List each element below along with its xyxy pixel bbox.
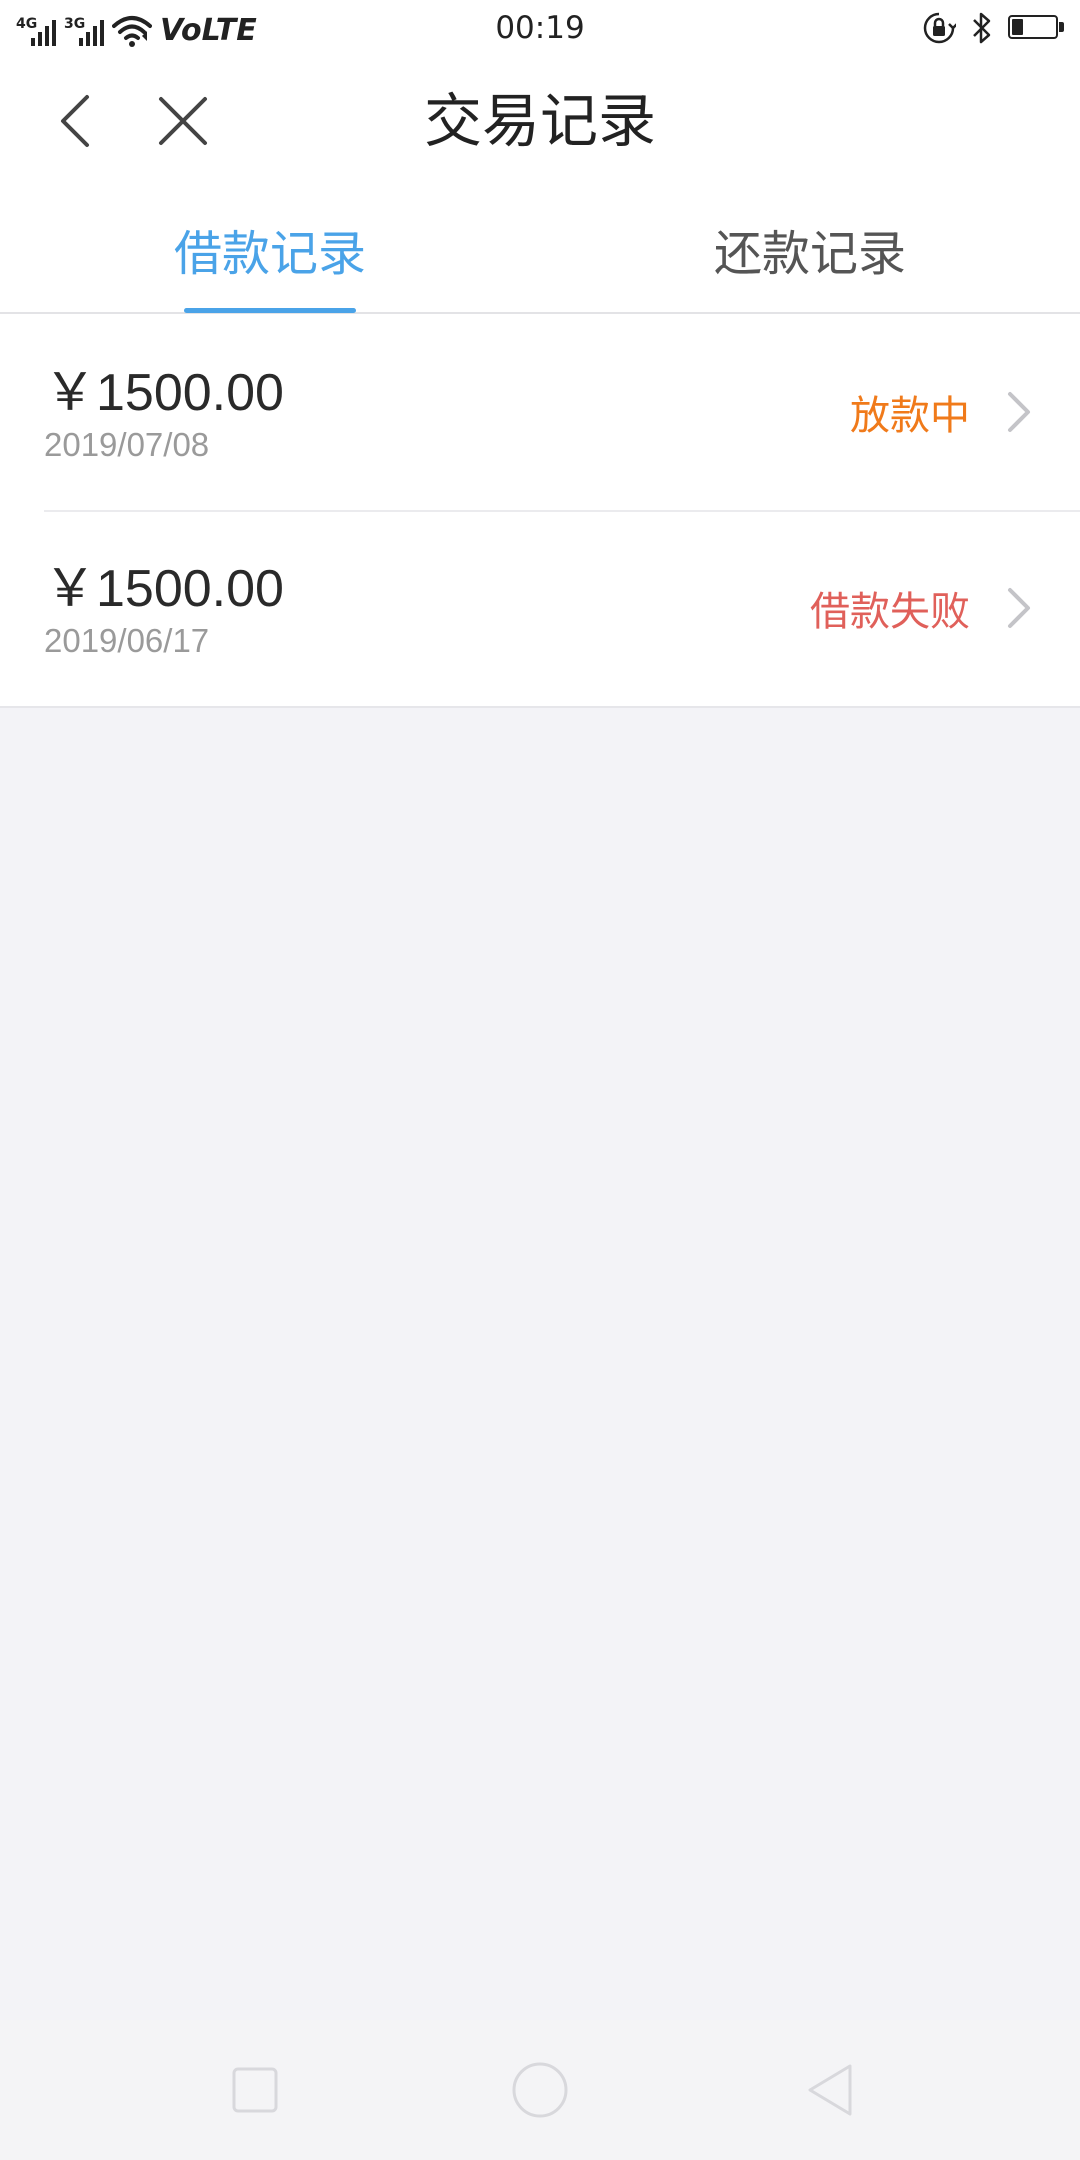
chevron-right-icon: [1008, 588, 1030, 628]
list-item[interactable]: ￥1500.00 2019/06/17 借款失败: [0, 510, 1080, 706]
back-button[interactable]: [40, 86, 110, 156]
chevron-right-icon: [1008, 392, 1030, 432]
record-amount: ￥1500.00: [44, 560, 284, 618]
active-tab-indicator: [184, 308, 356, 313]
record-date: 2019/07/08: [44, 426, 210, 463]
recent-apps-icon: [232, 2067, 278, 2113]
rotation-lock-icon: [923, 12, 956, 44]
status-badge: 借款失败: [810, 589, 970, 635]
status-bar: 4G 3G VoLTE 00:19: [0, 0, 1080, 56]
battery-icon: [1008, 15, 1064, 41]
status-time: 00:19: [495, 10, 585, 46]
bluetooth-icon: [973, 12, 991, 44]
status-right: [922, 10, 1064, 46]
nav-bar: 交易记录: [0, 56, 1080, 186]
tab-borrow-records[interactable]: 借款记录: [0, 186, 540, 312]
system-nav-bar: [0, 2020, 1080, 2160]
chevron-left-icon: [61, 95, 89, 147]
status-badge: 放款中: [850, 393, 970, 439]
recent-apps-button[interactable]: [215, 2050, 295, 2130]
back-triangle-icon: [808, 2064, 852, 2116]
home-icon: [512, 2062, 568, 2118]
home-button[interactable]: [500, 2050, 580, 2130]
record-amount: ￥1500.00: [44, 364, 284, 422]
tab-repayment-records[interactable]: 还款记录: [540, 186, 1080, 312]
list-item[interactable]: ￥1500.00 2019/07/08 放款中: [0, 314, 1080, 510]
back-nav-button[interactable]: [790, 2050, 870, 2130]
record-date: 2019/06/17: [44, 622, 210, 659]
record-list: ￥1500.00 2019/07/08 放款中 ￥1500.00 2019/06…: [0, 314, 1080, 708]
close-button[interactable]: [148, 86, 218, 156]
close-icon: [159, 97, 207, 145]
tab-bar: 借款记录 还款记录: [0, 186, 1080, 314]
